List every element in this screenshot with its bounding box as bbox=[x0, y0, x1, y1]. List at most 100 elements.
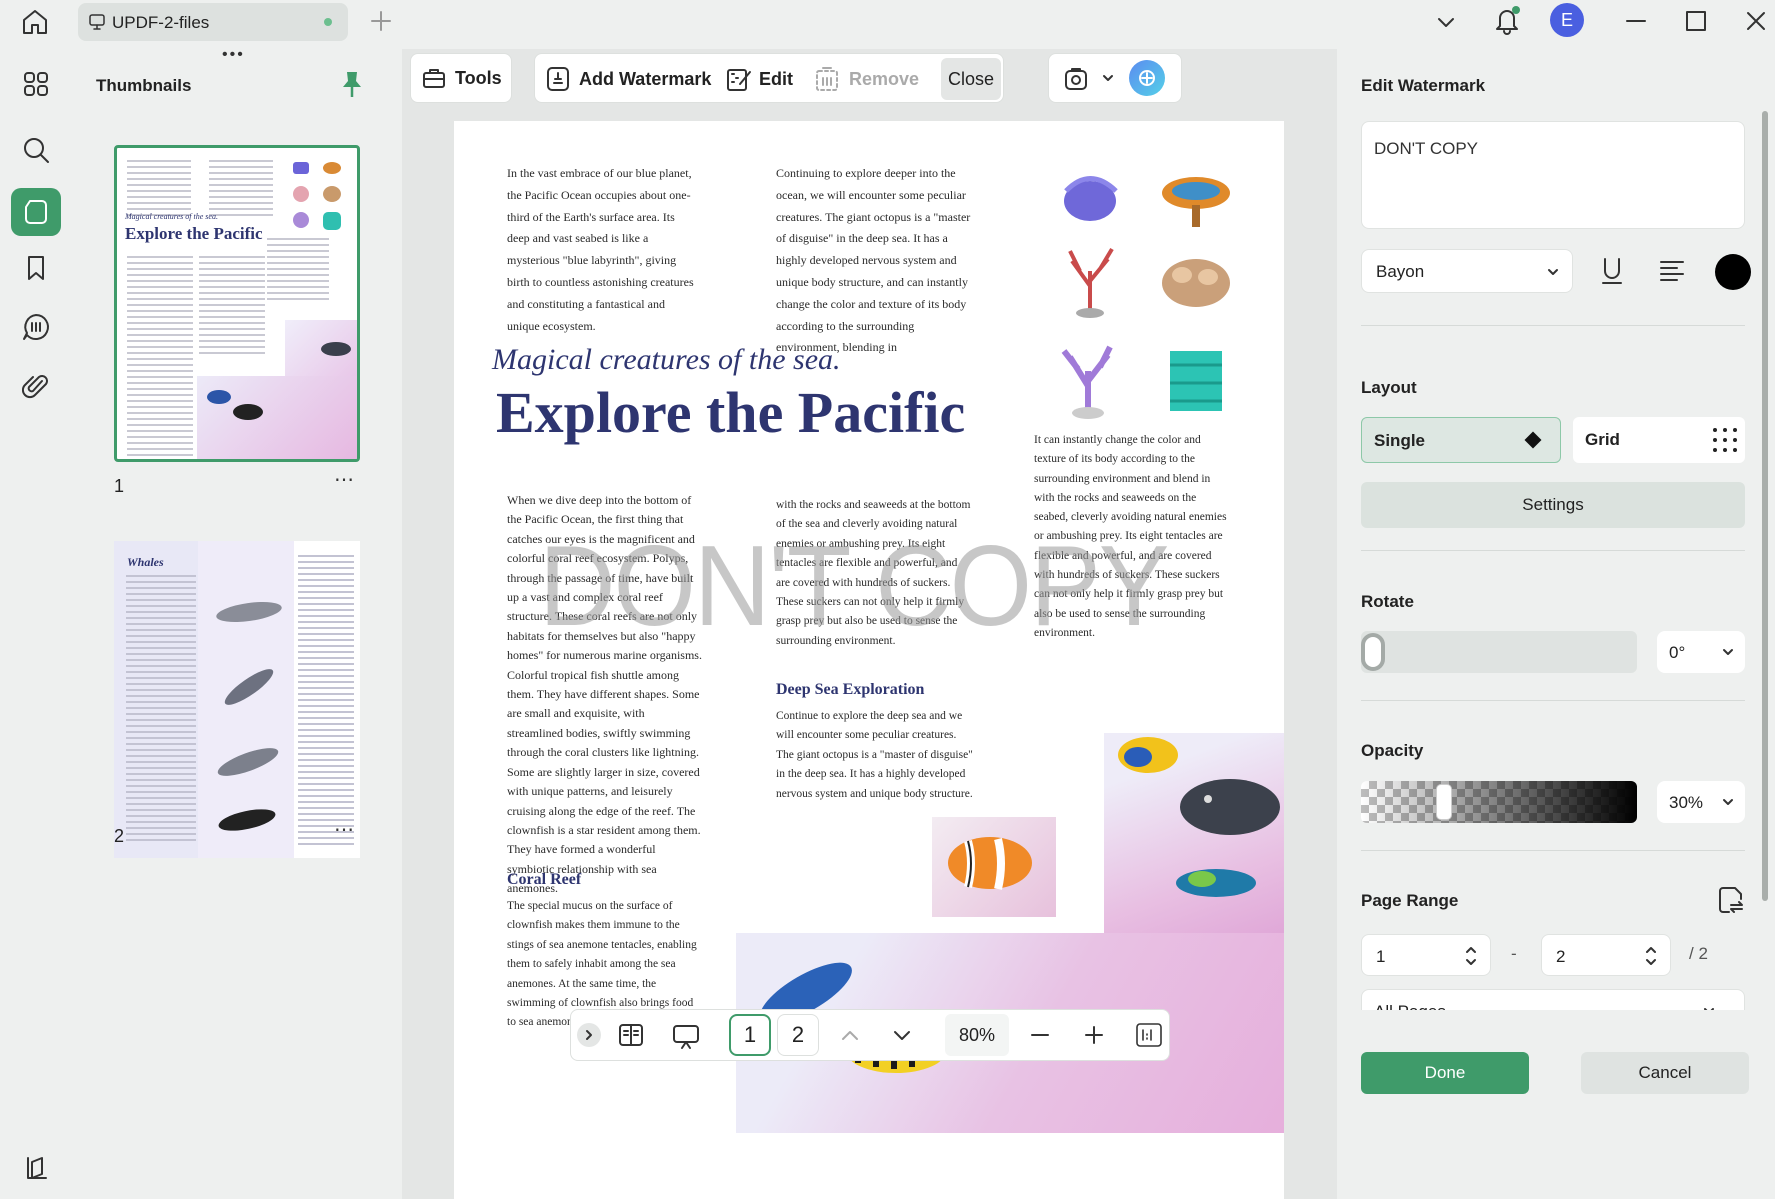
avatar[interactable]: E bbox=[1550, 3, 1584, 37]
thumb-1-more-icon[interactable]: ⋯ bbox=[334, 467, 355, 492]
unsaved-dot bbox=[324, 18, 332, 26]
thumbnails-icon[interactable] bbox=[11, 188, 61, 236]
clownfish-photo bbox=[932, 817, 1056, 917]
rotate-value: 0° bbox=[1669, 643, 1686, 662]
settings-button[interactable]: Settings bbox=[1361, 482, 1745, 528]
fish-coral-photo bbox=[1104, 733, 1284, 933]
thumb-2-whales bbox=[206, 581, 294, 841]
rotate-slider-handle[interactable] bbox=[1361, 633, 1385, 671]
range-from-stepper-icon[interactable] bbox=[1464, 943, 1478, 969]
next-page-icon[interactable] bbox=[891, 1024, 913, 1046]
page-range-label: Page Range bbox=[1361, 891, 1459, 910]
range-to-value: 2 bbox=[1556, 947, 1566, 966]
cancel-button[interactable]: Cancel bbox=[1581, 1052, 1749, 1094]
opacity-slider-handle[interactable] bbox=[1436, 784, 1452, 820]
cancel-label: Cancel bbox=[1638, 1063, 1692, 1082]
search-icon[interactable] bbox=[11, 126, 61, 174]
layout-single-option[interactable]: Single bbox=[1361, 417, 1561, 463]
new-tab-button[interactable] bbox=[368, 8, 394, 34]
document-canvas: Tools Add Watermark Edit Remove Close In… bbox=[402, 49, 1337, 1199]
add-watermark-button[interactable]: Add Watermark bbox=[545, 65, 711, 93]
right-toolbar bbox=[1048, 53, 1182, 103]
zoom-level-box[interactable]: 80% bbox=[945, 1014, 1009, 1056]
remove-watermark-button[interactable]: Remove bbox=[813, 65, 919, 93]
actual-size-icon[interactable] bbox=[1135, 1022, 1163, 1048]
align-icon[interactable] bbox=[1657, 257, 1687, 285]
watermark-text-value: DON'T COPY bbox=[1374, 139, 1479, 158]
document-tab-title: UPDF-2-files bbox=[112, 13, 210, 32]
document-tab[interactable]: UPDF-2-files bbox=[78, 3, 348, 41]
notification-bell-icon[interactable] bbox=[1492, 4, 1522, 36]
maximize-icon[interactable] bbox=[1683, 8, 1709, 34]
screenshot-dropdown-icon[interactable] bbox=[1101, 72, 1115, 84]
divider-1 bbox=[1361, 325, 1745, 326]
bookmark-icon[interactable] bbox=[11, 244, 61, 292]
opacity-select[interactable]: 30% bbox=[1657, 781, 1745, 823]
attachment-icon[interactable] bbox=[11, 362, 61, 410]
home-icon[interactable] bbox=[19, 6, 51, 38]
expand-toolbar-icon[interactable] bbox=[577, 1023, 601, 1047]
organize-pages-icon[interactable] bbox=[11, 60, 61, 108]
notification-badge bbox=[1512, 6, 1520, 14]
close-window-icon[interactable] bbox=[1743, 8, 1769, 34]
comment-icon[interactable] bbox=[11, 303, 61, 351]
thumb-1-heading: Explore the Pacific bbox=[125, 224, 263, 243]
rotate-label: Rotate bbox=[1361, 592, 1414, 611]
zoom-level: 80% bbox=[958, 1024, 996, 1045]
range-mode-select[interactable]: All Pages bbox=[1361, 989, 1745, 1010]
font-select[interactable]: Bayon bbox=[1361, 249, 1573, 293]
page-thumbnail-2[interactable]: Whales bbox=[114, 541, 360, 858]
single-diamond-icon bbox=[1524, 431, 1542, 449]
minimize-icon[interactable] bbox=[1623, 8, 1649, 34]
edit-watermark-panel: Edit Watermark DON'T COPY Bayon Layout S… bbox=[1337, 49, 1775, 1199]
screenshot-icon[interactable] bbox=[1063, 66, 1089, 92]
edit-watermark-button[interactable]: Edit bbox=[725, 65, 793, 93]
previous-page-icon[interactable] bbox=[839, 1024, 861, 1046]
thumb-2-more-icon[interactable]: ⋯ bbox=[334, 817, 355, 842]
thumb-1-fish-image bbox=[285, 320, 357, 376]
rotate-select[interactable]: 0° bbox=[1657, 631, 1745, 673]
panel-scrollbar[interactable] bbox=[1762, 111, 1768, 901]
watermark-overlay[interactable]: DON'T COPY bbox=[539, 521, 1169, 652]
done-button[interactable]: Done bbox=[1361, 1052, 1529, 1094]
tools-label: Tools bbox=[455, 67, 502, 88]
thumb-1-subheading: Magical creatures of the sea. bbox=[125, 212, 218, 221]
layout-label: Layout bbox=[1361, 378, 1417, 397]
sidebar-toggle-icon[interactable] bbox=[11, 1144, 61, 1192]
underline-icon[interactable] bbox=[1597, 255, 1627, 287]
range-to-stepper-icon[interactable] bbox=[1644, 943, 1658, 969]
title-bar: UPDF-2-files E bbox=[0, 0, 1775, 49]
range-from-input[interactable]: 1 bbox=[1361, 934, 1491, 976]
rotate-slider[interactable] bbox=[1361, 631, 1637, 673]
range-dash: - bbox=[1511, 944, 1517, 963]
remove-label: Remove bbox=[849, 68, 920, 89]
thumb-1-coral-images bbox=[287, 158, 349, 238]
ai-assistant-icon[interactable] bbox=[1129, 60, 1165, 96]
reading-mode-icon[interactable] bbox=[617, 1022, 645, 1048]
page-subtitle: Magical creatures of the sea. bbox=[492, 343, 841, 376]
page-range-swap-icon[interactable] bbox=[1717, 885, 1745, 915]
panel-drag-handle[interactable]: ••• bbox=[222, 46, 245, 64]
color-swatch[interactable] bbox=[1715, 254, 1751, 290]
font-chevron-icon bbox=[1548, 269, 1558, 275]
close-watermark-button[interactable]: Close bbox=[941, 58, 1001, 100]
page-thumbnail-1[interactable]: Magical creatures of the sea. Explore th… bbox=[114, 145, 360, 462]
range-mode-value: All Pages bbox=[1374, 1002, 1446, 1010]
pin-icon[interactable] bbox=[340, 69, 364, 99]
zoom-in-icon[interactable] bbox=[1083, 1024, 1105, 1046]
page-2-button[interactable]: 2 bbox=[777, 1014, 819, 1056]
opacity-chevron-icon bbox=[1723, 799, 1733, 805]
purple-coral bbox=[1061, 345, 1113, 419]
zoom-out-icon[interactable] bbox=[1029, 1024, 1051, 1046]
tools-button[interactable]: Tools bbox=[421, 66, 502, 90]
presentation-icon[interactable] bbox=[671, 1022, 701, 1050]
font-value: Bayon bbox=[1376, 262, 1425, 281]
opacity-slider[interactable] bbox=[1361, 781, 1637, 823]
chevron-down-icon[interactable] bbox=[1432, 8, 1460, 36]
tools-group: Tools bbox=[410, 53, 512, 103]
range-to-input[interactable]: 2 bbox=[1541, 934, 1671, 976]
watermark-text-input[interactable]: DON'T COPY bbox=[1361, 121, 1745, 229]
range-from-value: 1 bbox=[1376, 947, 1386, 966]
layout-grid-option[interactable]: Grid bbox=[1573, 417, 1745, 463]
page-1-button[interactable]: 1 bbox=[729, 1014, 771, 1056]
